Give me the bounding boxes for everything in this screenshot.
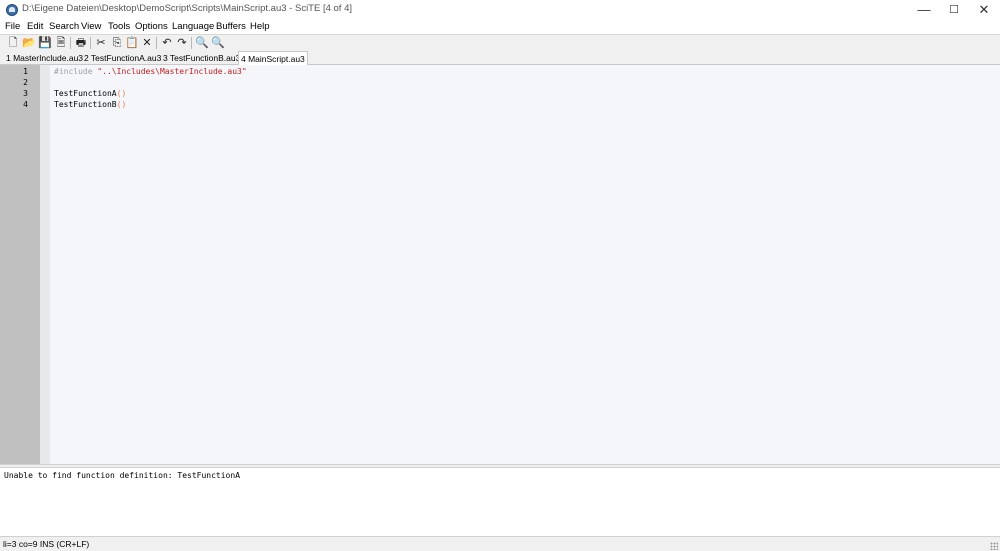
code-editor[interactable]: 1 2 3 4 #include "..\Includes\MasterIncl… (0, 65, 1000, 464)
save-icon[interactable]: 💾 (38, 36, 52, 50)
resize-grip-icon[interactable] (990, 542, 998, 550)
output-message: Unable to find function definition: Test… (4, 471, 241, 480)
tab-testfunctionb[interactable]: 3 TestFunctionB.au3 (161, 52, 242, 64)
scite-app-icon[interactable] (6, 4, 18, 16)
toolbar-separator (156, 37, 157, 49)
tab-mainscript[interactable]: 4 MainScript.au3 (238, 51, 308, 65)
menu-file[interactable]: File (5, 21, 20, 32)
toolbar-separator (70, 37, 71, 49)
tab-masterinclude[interactable]: 1 MasterInclude.au3 (4, 52, 85, 64)
close-button[interactable]: ✕ (968, 0, 1000, 20)
delete-icon[interactable]: ✕ (140, 36, 154, 50)
parentheses: () (116, 100, 127, 109)
line-number: 1 (23, 67, 28, 76)
output-pane[interactable]: Unable to find function definition: Test… (0, 468, 1000, 536)
maximize-button[interactable]: ☐ (938, 0, 970, 20)
cut-icon[interactable]: ✂ (94, 36, 108, 50)
paste-icon[interactable]: 📋 (125, 36, 139, 50)
menu-search[interactable]: Search (49, 21, 79, 32)
function-call: TestFunctionA (54, 89, 117, 98)
find-replace-icon[interactable]: 🔍 (211, 36, 225, 50)
menu-tools[interactable]: Tools (108, 21, 130, 32)
menu-language[interactable]: Language (172, 21, 214, 32)
window-title: D:\Eigene Dateien\Desktop\DemoScript\Scr… (22, 3, 352, 14)
close-file-icon[interactable]: 🗎 (54, 36, 68, 50)
menu-buffers[interactable]: Buffers (216, 21, 246, 32)
include-directive: #include (54, 67, 98, 76)
menu-edit[interactable]: Edit (27, 21, 43, 32)
toolbar-separator (191, 37, 192, 49)
menu-view[interactable]: View (81, 21, 101, 32)
new-file-icon[interactable]: 🗋 (6, 36, 20, 50)
buffer-tab-bar: 1 MasterInclude.au3 2 TestFunctionA.au3 … (0, 51, 1000, 65)
function-call: TestFunctionB (54, 100, 117, 109)
copy-icon[interactable]: ⎘ (110, 36, 124, 50)
line-number: 3 (23, 89, 28, 98)
find-icon[interactable]: 🔍 (195, 36, 209, 50)
tab-testfunctiona[interactable]: 2 TestFunctionA.au3 (82, 52, 163, 64)
line-number-margin: 1 2 3 4 (0, 65, 40, 464)
include-path-string: "..\Includes\MasterInclude.au3" (97, 67, 247, 76)
redo-icon[interactable]: ↷ (175, 36, 189, 50)
line-number: 2 (23, 78, 28, 87)
minimize-button[interactable]: — (908, 0, 940, 20)
undo-icon[interactable]: ↶ (160, 36, 174, 50)
toolbar-separator (90, 37, 91, 49)
status-bar: li=3 co=9 INS (CR+LF) (0, 536, 1000, 551)
status-text: li=3 co=9 INS (CR+LF) (3, 539, 90, 549)
open-folder-icon[interactable]: 📂 (22, 36, 36, 50)
code-line-1: #include "..\Includes\MasterInclude.au3" (54, 66, 247, 77)
parentheses: () (116, 89, 127, 98)
line-number: 4 (23, 100, 28, 109)
menu-options[interactable]: Options (135, 21, 168, 32)
print-icon[interactable]: 🖶 (74, 36, 88, 50)
menu-bar: File Edit Search View Tools Options Lang… (0, 20, 1000, 34)
fold-margin[interactable] (40, 65, 50, 464)
menu-help[interactable]: Help (250, 21, 270, 32)
code-line-4: TestFunctionB() (54, 99, 126, 110)
toolbar: 🗋 📂 💾 🗎 🖶 ✂ ⎘ 📋 ✕ ↶ ↷ 🔍 🔍 (0, 34, 1000, 51)
title-bar: D:\Eigene Dateien\Desktop\DemoScript\Scr… (0, 0, 1000, 20)
code-line-3: TestFunctionA() (54, 88, 126, 99)
